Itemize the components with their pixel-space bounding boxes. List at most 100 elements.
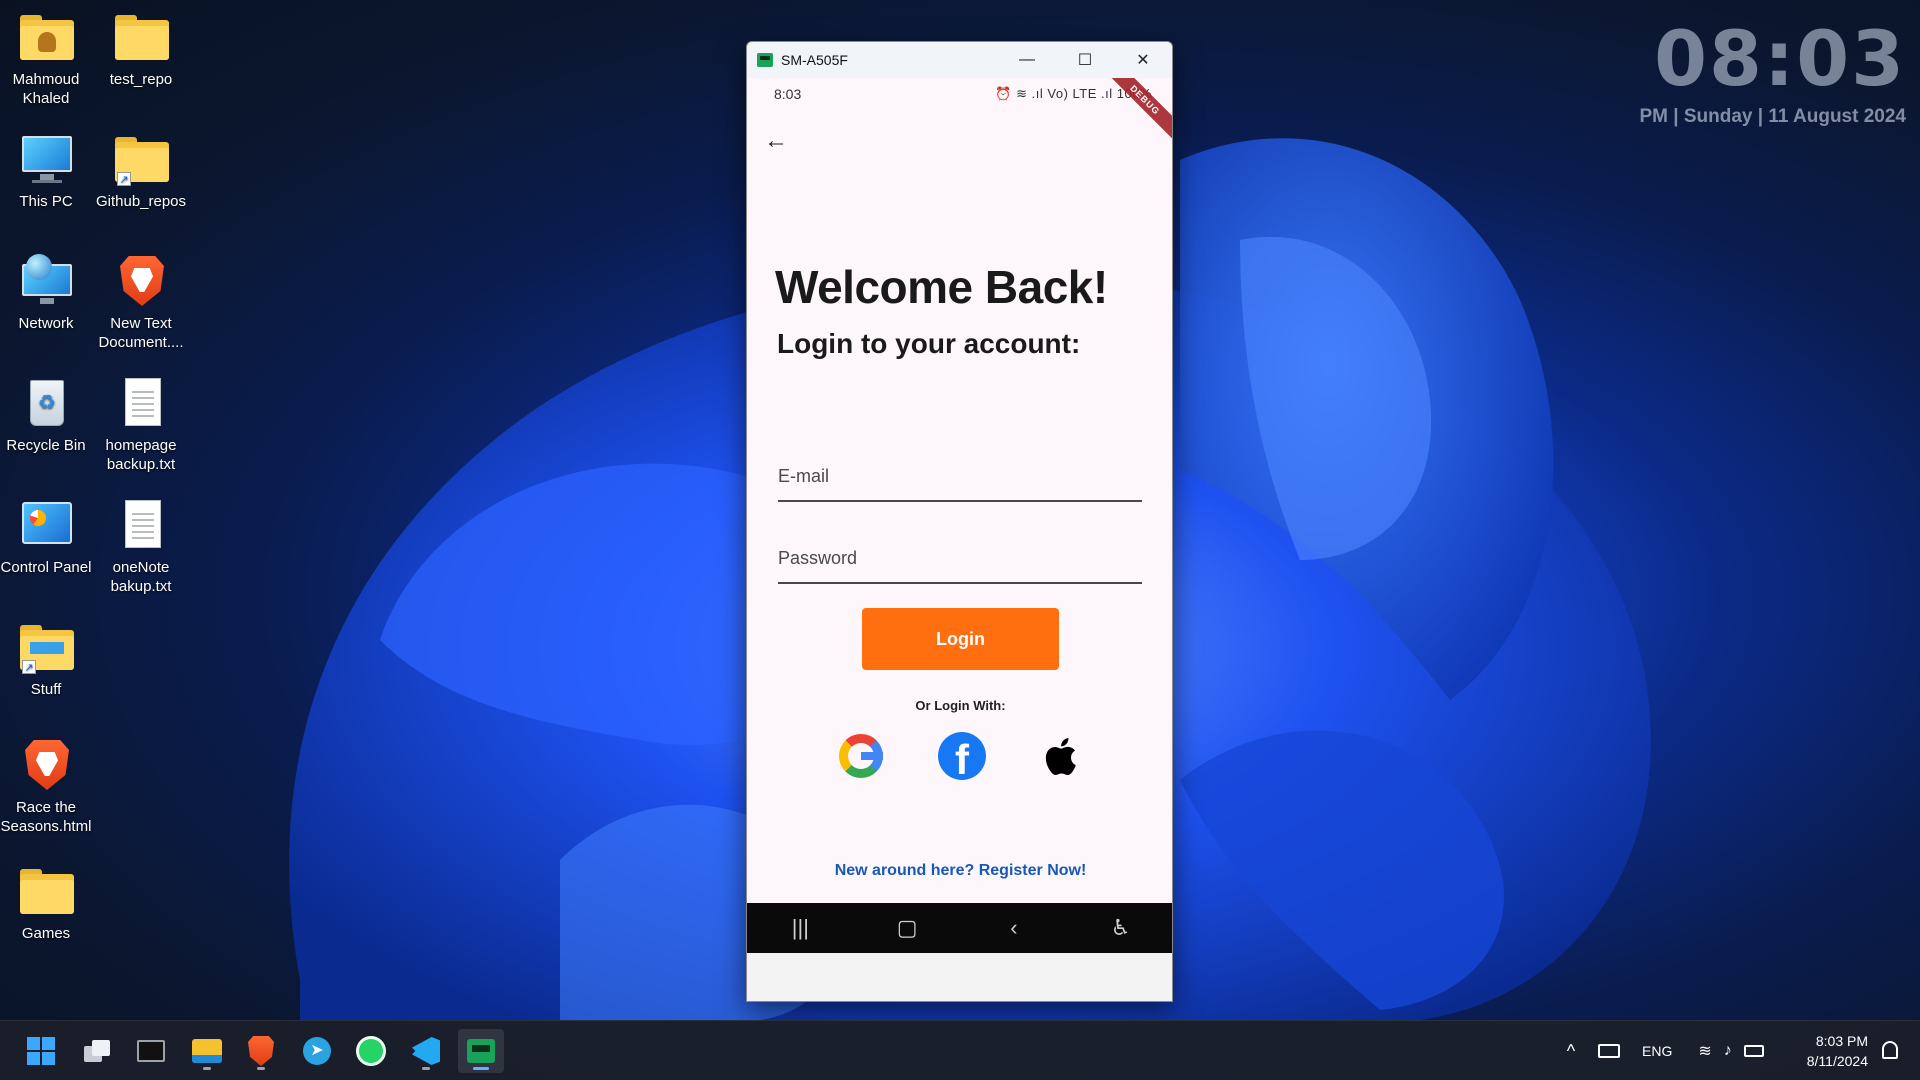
user-folder-icon bbox=[16, 10, 76, 64]
running-indicator bbox=[203, 1067, 211, 1070]
desktop-icon-label: Race the Seasons.html bbox=[0, 799, 92, 835]
recycle-bin-icon: ♻ bbox=[16, 376, 76, 430]
taskbar-clock[interactable]: 8:03 PM 8/11/2024 bbox=[1807, 1031, 1868, 1071]
desktop-icon-network[interactable]: Network bbox=[0, 254, 92, 333]
folder-icon bbox=[111, 10, 171, 64]
network-icon bbox=[16, 254, 76, 308]
telegram-button[interactable]: ➤ bbox=[294, 1029, 340, 1073]
close-button[interactable]: ✕ bbox=[1114, 42, 1172, 78]
file-explorer-icon bbox=[192, 1039, 222, 1063]
desktop-icon-homepage-backup[interactable]: homepage backup.txt bbox=[95, 376, 187, 474]
emulator-app-icon bbox=[757, 53, 773, 67]
desktop-icon-onenote-backup[interactable]: oneNote bakup.txt bbox=[95, 498, 187, 596]
notification-bell-icon[interactable] bbox=[1882, 1041, 1898, 1059]
task-view-icon bbox=[84, 1040, 110, 1062]
brave-browser-icon bbox=[111, 254, 171, 308]
touch-keyboard-icon[interactable] bbox=[1598, 1044, 1620, 1058]
desktop-icon-user-folder[interactable]: Mahmoud Khaled bbox=[0, 10, 92, 108]
text-file-icon bbox=[111, 498, 171, 552]
desktop-icon-test-repo[interactable]: test_repo bbox=[95, 10, 187, 89]
password-field[interactable] bbox=[778, 524, 1142, 584]
minimize-button[interactable]: — bbox=[998, 42, 1056, 78]
accessibility-button[interactable]: ♿ bbox=[1091, 903, 1151, 953]
tray-overflow-chevron-icon[interactable]: ^ bbox=[1556, 1041, 1586, 1062]
brave-button[interactable] bbox=[238, 1029, 284, 1073]
desktop-icon-label: oneNote bakup.txt bbox=[110, 559, 172, 595]
desktop-icon-control-panel[interactable]: Control Panel bbox=[0, 498, 92, 577]
google-login-button[interactable] bbox=[837, 732, 885, 780]
running-indicator bbox=[257, 1067, 265, 1070]
desktop-icon-new-text-document[interactable]: New Text Document.... bbox=[95, 254, 187, 352]
nav-back-button[interactable]: ‹ bbox=[984, 903, 1044, 953]
task-view-button[interactable] bbox=[74, 1029, 120, 1073]
apple-login-button[interactable] bbox=[1038, 732, 1086, 780]
running-indicator bbox=[422, 1067, 430, 1070]
system-tray: ^ ENG ≋ ♪ bbox=[1556, 1021, 1764, 1080]
desktop-icon-label: Control Panel bbox=[0, 559, 92, 576]
back-arrow-icon[interactable]: ← bbox=[761, 126, 791, 156]
folder-icon bbox=[16, 864, 76, 918]
vscode-icon bbox=[412, 1037, 440, 1065]
desktop-icon-label: Stuff bbox=[30, 681, 62, 698]
brave-icon bbox=[248, 1036, 274, 1066]
desktop-icon-label: Network bbox=[18, 315, 74, 332]
desktop-icon-race-the-seasons[interactable]: Race the Seasons.html bbox=[0, 738, 92, 836]
folder-shortcut-icon: ↗ bbox=[16, 620, 76, 674]
desktop-icon-label: test_repo bbox=[109, 71, 173, 88]
battery-icon[interactable] bbox=[1743, 1045, 1764, 1057]
desktop-icon-label: Recycle Bin bbox=[6, 437, 86, 454]
facebook-login-button[interactable]: f bbox=[938, 732, 986, 783]
file-explorer-button[interactable] bbox=[184, 1029, 230, 1073]
desktop-icon-stuff[interactable]: ↗ Stuff bbox=[0, 620, 92, 699]
desktop-icon-label: homepage backup.txt bbox=[105, 437, 177, 473]
emulator-title: SM-A505F bbox=[781, 52, 848, 68]
phone-screen: 8:03 ⏰ ≋ .ıl Vo) LTE .ıl 100% DEBUG ← We… bbox=[747, 78, 1172, 953]
taskbar-time: 8:03 PM bbox=[1815, 1033, 1868, 1049]
android-status-bar: 8:03 ⏰ ≋ .ıl Vo) LTE .ıl 100% DEBUG bbox=[747, 78, 1172, 145]
recents-button[interactable]: ||| bbox=[770, 903, 830, 953]
desktop-clock-widget: 08:03 PM | Sunday | 11 August 2024 bbox=[1639, 14, 1906, 128]
maximize-button[interactable]: ☐ bbox=[1056, 42, 1114, 78]
home-button[interactable]: ▢ bbox=[877, 903, 937, 953]
desktop-icon-label: This PC bbox=[19, 193, 73, 210]
control-panel-icon bbox=[16, 498, 76, 552]
language-indicator[interactable]: ENG bbox=[1642, 1043, 1672, 1059]
desktop-icon-label: Github_repos bbox=[95, 193, 187, 210]
vscode-button[interactable] bbox=[403, 1029, 449, 1073]
volume-icon[interactable]: ♪ bbox=[1724, 1042, 1732, 1060]
whatsapp-icon bbox=[356, 1036, 386, 1066]
password-input[interactable] bbox=[778, 524, 1142, 582]
or-login-with-label: Or Login With: bbox=[915, 698, 1006, 713]
folder-shortcut-icon: ↗ bbox=[111, 132, 171, 186]
terminal-button[interactable] bbox=[128, 1029, 174, 1073]
emulator-titlebar[interactable]: SM-A505F — ☐ ✕ bbox=[747, 42, 1172, 78]
desktop-icon-label: Games bbox=[21, 925, 71, 942]
taskbar: ➤ ^ ENG ≋ ♪ 8:03 PM 8/11/2024 bbox=[0, 1020, 1920, 1080]
running-indicator bbox=[473, 1067, 489, 1070]
email-field[interactable] bbox=[778, 442, 1142, 502]
brave-browser-icon bbox=[16, 738, 76, 792]
android-studio-emulator-icon bbox=[467, 1039, 495, 1063]
widget-date: PM | Sunday | 11 August 2024 bbox=[1639, 106, 1906, 127]
status-time: 8:03 bbox=[774, 86, 802, 102]
desktop-icon-recycle-bin[interactable]: ♻ Recycle Bin bbox=[0, 376, 92, 455]
login-button[interactable]: Login bbox=[862, 608, 1059, 670]
email-input[interactable] bbox=[778, 442, 1142, 500]
facebook-icon: f bbox=[938, 732, 986, 783]
register-link[interactable]: New around here? Register Now! bbox=[747, 862, 1172, 880]
wifi-icon[interactable]: ≋ bbox=[1698, 1041, 1711, 1061]
taskbar-date: 8/11/2024 bbox=[1806, 1053, 1868, 1069]
whatsapp-button[interactable] bbox=[348, 1029, 394, 1073]
emulator-taskbar-button[interactable] bbox=[458, 1029, 504, 1073]
page-subtitle: Login to your account: bbox=[777, 328, 1081, 359]
start-icon bbox=[27, 1037, 55, 1065]
desktop-icon-github-repos[interactable]: ↗ Github_repos bbox=[95, 132, 187, 211]
google-icon bbox=[839, 734, 883, 778]
desktop-icon-games[interactable]: Games bbox=[0, 864, 92, 943]
android-nav-bar: ||| ▢ ‹ ♿ bbox=[747, 903, 1172, 953]
desktop-icon-this-pc[interactable]: This PC bbox=[0, 132, 92, 211]
apple-icon bbox=[1045, 738, 1076, 776]
start-button[interactable] bbox=[18, 1029, 64, 1073]
desktop-icon-label: New Text Document.... bbox=[98, 315, 184, 351]
monitor-icon bbox=[16, 132, 76, 186]
